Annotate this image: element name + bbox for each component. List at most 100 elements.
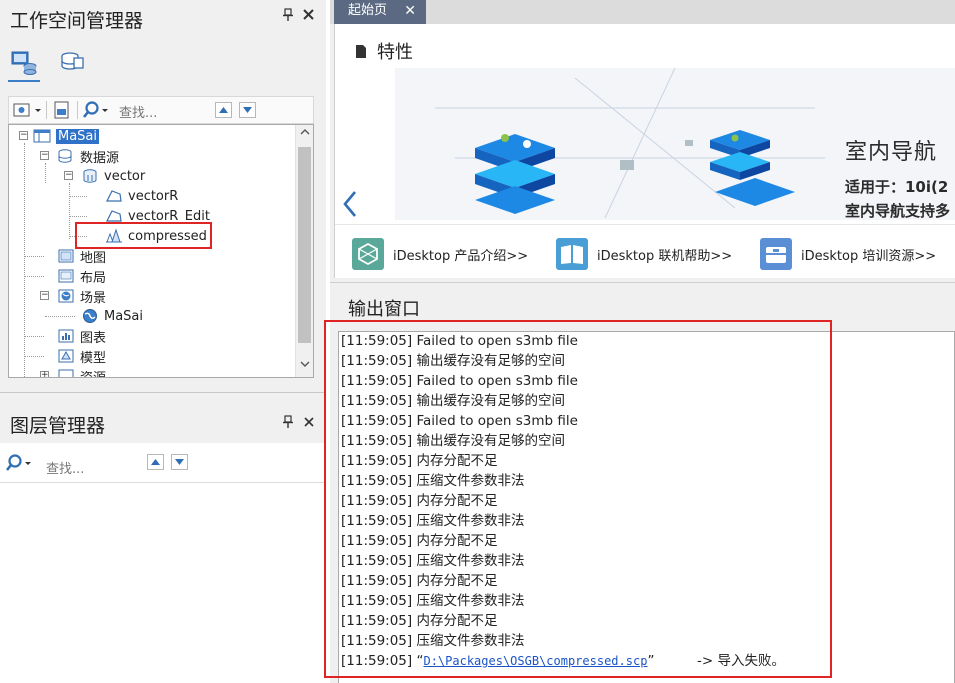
start-page: 特性 室内导航 适用于：10i(2 室内导航支持多 iDesktop 产品介绍>… <box>334 24 955 278</box>
tree-node-models[interactable]: 模型 <box>57 346 106 366</box>
tree-node-vectorR-edit[interactable]: vectorR_Edit <box>105 206 210 226</box>
layer-search-icon[interactable] <box>4 453 34 473</box>
log-message: 压缩文件参数非法 <box>416 593 525 609</box>
pin-icon[interactable] <box>282 8 294 22</box>
scene-icon <box>58 289 74 303</box>
move-down-icon[interactable] <box>239 102 256 118</box>
tab-start-page[interactable]: 起始页 ✕ <box>334 0 426 24</box>
log-line: [11:59:05] 压缩文件参数非法 <box>341 471 524 491</box>
tree-label-root: MaSai <box>56 128 100 144</box>
scroll-up-icon[interactable] <box>296 125 313 143</box>
layer-move-down-icon[interactable] <box>171 454 188 470</box>
log-message: 内存分配不足 <box>416 493 498 509</box>
tree-label-models: 模型 <box>80 350 107 366</box>
tree-node-vectorR[interactable]: vectorR <box>105 186 178 206</box>
layer-toolbar: 查找... <box>0 443 326 483</box>
layer-manager-header: 图层管理器 <box>0 393 326 443</box>
tree-node-charts[interactable]: 图表 <box>57 326 106 346</box>
tree-node-resources[interactable]: 资源 <box>57 366 106 377</box>
tree-node-datasources[interactable]: 数据源 <box>57 146 119 166</box>
log-time: [11:59:05] <box>341 653 413 669</box>
log-line: [11:59:05] 压缩文件参数非法 <box>341 551 524 571</box>
feature-section-title: 特性 <box>377 42 413 63</box>
banner-prev-icon[interactable] <box>339 186 361 222</box>
document-icon <box>356 44 366 58</box>
layer-move-up-icon[interactable] <box>147 454 164 470</box>
expand-resources-icon[interactable]: + <box>40 371 49 377</box>
log-time: [11:59:05] <box>341 593 413 609</box>
training-resources-link[interactable]: iDesktop 培训资源>> <box>759 237 936 271</box>
tree-label-vector: vector <box>104 168 146 184</box>
output-panel: 输出窗口 [11:59:05] Failed to open s3mb file… <box>330 282 955 683</box>
log-message: 压缩文件参数非法 <box>416 513 525 529</box>
banner-subtitle: 适用于：10i(2 <box>845 178 949 196</box>
search-icon[interactable] <box>81 100 111 120</box>
log-import-failed-text: -> 导入失败。 <box>697 653 786 669</box>
tree-label-charts: 图表 <box>80 330 107 346</box>
tree-scrollbar[interactable] <box>295 125 313 377</box>
scroll-down-icon[interactable] <box>296 357 313 375</box>
layer-search-input[interactable]: 查找... <box>46 458 84 477</box>
log-time: [11:59:05] <box>341 453 413 469</box>
online-help-icon <box>556 238 588 270</box>
training-resources-icon <box>760 238 792 270</box>
feature-banner[interactable]: 室内导航 适用于：10i(2 室内导航支持多 <box>395 68 955 220</box>
tree-node-vector[interactable]: vector <box>81 166 145 186</box>
log-message: 输出缓存没有足够的空间 <box>416 393 565 409</box>
model-dataset-icon <box>106 228 122 243</box>
tree-node-workspace[interactable]: MaSai <box>33 126 100 146</box>
close-icon[interactable] <box>302 413 316 429</box>
chart-icon <box>58 329 74 343</box>
online-help-link[interactable]: iDesktop 联机帮助>> <box>555 237 732 271</box>
log-line: [11:59:05] 输出缓存没有足够的空间 <box>341 351 565 371</box>
resource-links-bar: iDesktop 产品介绍>> iDesktop 联机帮助>> iDesktop… <box>335 224 955 278</box>
workspace-search-input[interactable]: 查找... <box>119 102 157 121</box>
map-icon <box>58 249 74 263</box>
log-line: [11:59:05] 输出缓存没有足够的空间 <box>341 431 565 451</box>
log-line: [11:59:05] 压缩文件参数非法 <box>341 591 524 611</box>
close-icon[interactable] <box>302 6 316 22</box>
region-dataset-icon <box>106 210 122 222</box>
move-up-icon[interactable] <box>215 102 232 118</box>
collapse-vector-icon[interactable]: − <box>64 171 73 180</box>
layout-icon <box>58 269 74 283</box>
tree-node-compressed[interactable]: compressed <box>105 226 207 246</box>
tree-node-maps[interactable]: 地图 <box>57 246 106 266</box>
training-resources-label: iDesktop 培训资源>> <box>801 248 937 264</box>
collapse-root-icon[interactable]: − <box>19 131 28 140</box>
log-time: [11:59:05] <box>341 573 413 589</box>
log-time: [11:59:05] <box>341 473 413 489</box>
left-dock: 工作空间管理器 查找... − MaSai − 数据源 − vector vec… <box>0 0 326 683</box>
log-time: [11:59:05] <box>341 333 413 349</box>
tree-label-scene-masai: MaSai <box>104 308 144 324</box>
datasource-tab-icon[interactable] <box>58 48 86 76</box>
layer-manager-title: 图层管理器 <box>10 415 106 437</box>
log-line: [11:59:05] Failed to open s3mb file <box>341 331 578 351</box>
pin-icon[interactable] <box>282 415 294 429</box>
log-time: [11:59:05] <box>341 513 413 529</box>
tree-node-layouts[interactable]: 布局 <box>57 266 106 286</box>
log-message: Failed to open s3mb file <box>416 413 578 429</box>
tree-node-scene-masai[interactable]: MaSai <box>81 306 143 326</box>
collapse-datasources-icon[interactable]: − <box>40 151 49 160</box>
scroll-thumb[interactable] <box>298 147 311 343</box>
tree-node-scenes[interactable]: 场景 <box>57 286 106 306</box>
output-window-title: 输出窗口 <box>348 299 420 320</box>
log-file-path-link[interactable]: D:\Packages\OSGB\compressed.scp <box>423 654 647 668</box>
product-intro-link[interactable]: iDesktop 产品介绍>> <box>351 237 528 271</box>
datasource-icon <box>58 149 72 163</box>
log-line: [11:59:05] 输出缓存没有足够的空间 <box>341 391 565 411</box>
log-line: [11:59:05] 内存分配不足 <box>341 571 497 591</box>
view-dropdown-icon[interactable] <box>12 100 42 120</box>
log-message: 压缩文件参数非法 <box>416 553 525 569</box>
log-time: [11:59:05] <box>341 553 413 569</box>
log-line-import-failed: [11:59:05] “D:\Packages\OSGB\compressed.… <box>341 651 785 671</box>
tab-close-icon[interactable]: ✕ <box>404 0 416 22</box>
log-time: [11:59:05] <box>341 493 413 509</box>
collapse-scenes-icon[interactable]: − <box>40 291 49 300</box>
workspace-manager-title: 工作空间管理器 <box>10 10 144 32</box>
workspace-tree-tab-icon[interactable] <box>8 48 40 82</box>
open-icon[interactable] <box>51 100 73 120</box>
output-log[interactable]: [11:59:05] Failed to open s3mb file [11:5… <box>338 331 955 683</box>
log-time: [11:59:05] <box>341 373 413 389</box>
